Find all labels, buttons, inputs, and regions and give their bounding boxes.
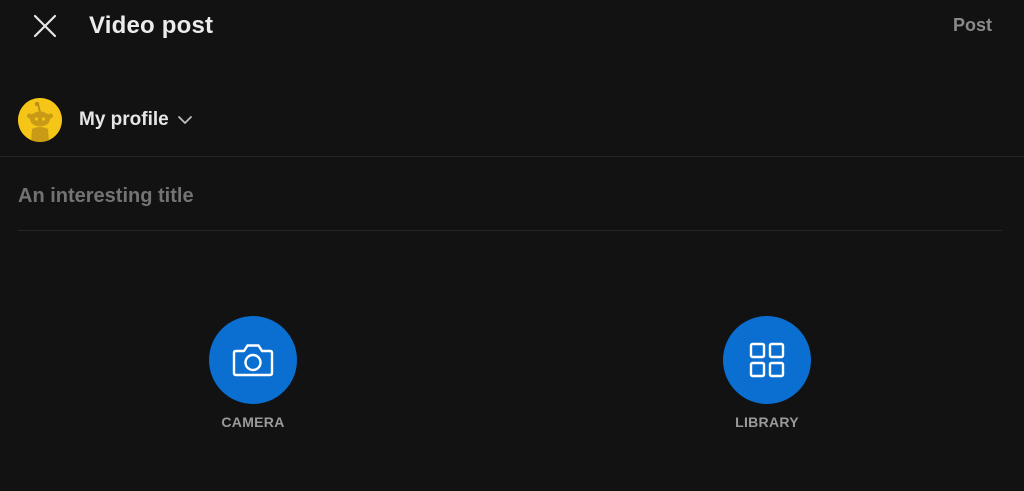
- camera-icon: [232, 344, 274, 377]
- reddit-snoo-avatar-icon: [18, 98, 62, 142]
- avatar: [18, 98, 62, 142]
- chevron-down-icon: [178, 116, 192, 124]
- title-divider: [18, 230, 1002, 231]
- profile-selector[interactable]: My profile: [0, 92, 1024, 148]
- profile-divider: [0, 156, 1024, 157]
- camera-circle[interactable]: [209, 316, 297, 404]
- camera-label: CAMERA: [221, 414, 285, 430]
- library-button[interactable]: LIBRARY: [707, 316, 827, 430]
- camera-button[interactable]: CAMERA: [193, 316, 313, 430]
- title-input[interactable]: [18, 176, 998, 216]
- close-button[interactable]: [27, 8, 63, 44]
- library-label: LIBRARY: [735, 414, 799, 430]
- post-button[interactable]: Post: [953, 15, 992, 36]
- close-icon: [33, 14, 57, 38]
- grid-icon: [749, 342, 785, 378]
- library-circle[interactable]: [723, 316, 811, 404]
- profile-name: My profile: [79, 109, 169, 130]
- top-bar: Video post Post: [0, 0, 1024, 52]
- page-title: Video post: [89, 12, 214, 39]
